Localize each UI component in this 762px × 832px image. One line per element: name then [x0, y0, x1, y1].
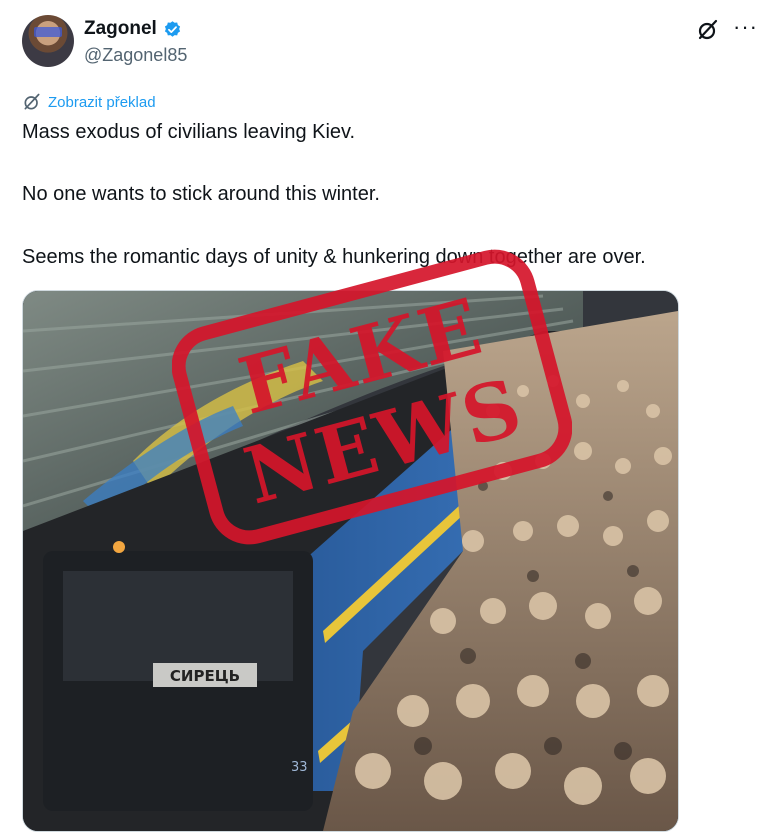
- translate-icon: [24, 93, 40, 110]
- translate-label[interactable]: Zobrazit překlad: [48, 94, 156, 111]
- avatar-blur: [34, 27, 62, 37]
- verified-badge-icon: [164, 20, 180, 37]
- display-name[interactable]: Zagonel: [84, 18, 157, 40]
- handle[interactable]: @Zagonel85: [84, 45, 187, 66]
- translate-link[interactable]: Zobrazit překlad: [22, 92, 156, 112]
- train-destination-plate: СИРЕЦЬ: [170, 667, 240, 685]
- more-options-icon[interactable]: ···: [733, 16, 758, 38]
- grok-icon[interactable]: [696, 18, 720, 42]
- tweet-text-line-1: Mass exodus of civilians leaving Kiev.: [22, 121, 356, 143]
- author-name-row[interactable]: Zagonel: [84, 18, 182, 40]
- fake-news-stamp: FAKE NEWS: [172, 249, 572, 545]
- avatar[interactable]: [22, 15, 74, 67]
- train-car-number: 33: [291, 760, 308, 775]
- tweet-text-line-2: No one wants to stick around this winter…: [22, 183, 380, 205]
